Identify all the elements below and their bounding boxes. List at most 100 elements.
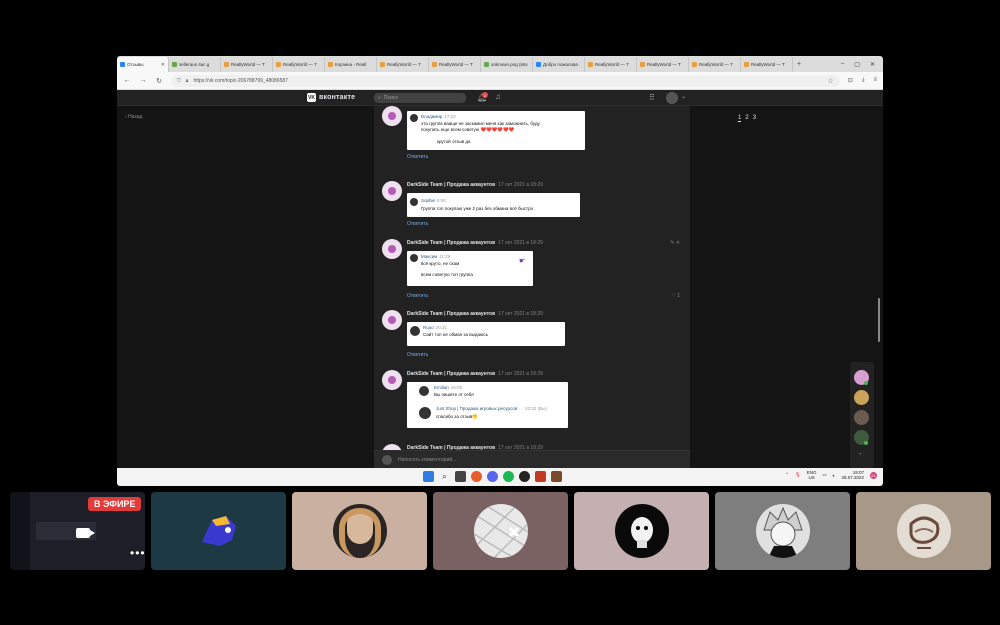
- like-button[interactable]: ♡ 1: [671, 293, 680, 299]
- comment-author[interactable]: DarkSide Team | Продажа аккаунтов 17 окт …: [407, 311, 543, 317]
- back-link[interactable]: ‹ Назад: [125, 114, 142, 120]
- volume-icon[interactable]: 🔈︎: [833, 473, 836, 478]
- screenshot-line: спасибо за отзыв😁: [436, 414, 478, 419]
- browser-tab[interactable]: ReallyWorld — T: [689, 57, 741, 72]
- language-indicator[interactable]: ENG US: [807, 470, 817, 480]
- bird-logo-icon: [201, 516, 236, 546]
- tab-favicon-icon: [432, 62, 437, 67]
- screenshot-line: Сайт топ не обман за выдаюсь: [423, 332, 488, 337]
- spotify-icon[interactable]: [503, 471, 514, 482]
- participant-tile[interactable]: [715, 492, 850, 570]
- steam-icon[interactable]: [519, 471, 530, 482]
- comment-date: 17 окт 2021 в 18:29: [498, 240, 543, 246]
- page-3[interactable]: 3: [753, 115, 756, 122]
- page-1[interactable]: 1: [738, 115, 742, 122]
- participant-tile[interactable]: [433, 492, 568, 570]
- tab-favicon-icon: [172, 62, 177, 67]
- comment-author[interactable]: DarkSide Team | Продажа аккаунтов 17 окт …: [407, 182, 543, 188]
- notification-count[interactable]: 21: [870, 471, 877, 479]
- minecraft-icon[interactable]: [551, 471, 562, 482]
- close-tab-icon[interactable]: ✕: [161, 62, 165, 68]
- participant-tile[interactable]: [856, 492, 991, 570]
- music-icon[interactable]: ♫: [495, 92, 501, 101]
- menu-icon[interactable]: ≡: [873, 77, 877, 84]
- firefox-icon[interactable]: [471, 471, 482, 482]
- reply-link[interactable]: Ответить: [407, 221, 428, 227]
- forward-button[interactable]: →: [139, 77, 147, 84]
- monitor-icon[interactable]: ▭: [823, 472, 827, 478]
- screenshot-line: Just Shop | Продажа игровых ресурсов 22:3…: [436, 406, 547, 411]
- comment-avatar[interactable]: [382, 181, 402, 201]
- browser-tab[interactable]: ReallyWorld — T: [429, 57, 481, 72]
- browser-tab[interactable]: ReallyWorld — T: [221, 57, 273, 72]
- comment-author[interactable]: DarkSide Team | Продажа аккаунтов 17 окт …: [407, 371, 543, 377]
- download-icon[interactable]: ⤓: [862, 77, 865, 84]
- new-tab-button[interactable]: +: [793, 61, 805, 68]
- clock[interactable]: 19:07 28.07.2022: [841, 470, 864, 480]
- delete-icon[interactable]: ✕: [676, 240, 680, 246]
- apps-grid-icon[interactable]: ⠿: [649, 93, 655, 102]
- participant-tile[interactable]: [292, 492, 427, 570]
- url-field[interactable]: ⛉ 🔒︎ https://vk.com/topic-206788799_4808…: [171, 74, 840, 87]
- discord-icon[interactable]: [487, 471, 498, 482]
- pocket-icon[interactable]: ⊡: [848, 77, 853, 84]
- reply-link[interactable]: Ответить: [407, 154, 428, 160]
- user-avatar[interactable]: [666, 92, 678, 104]
- browser-tab[interactable]: selleraus 4ac g: [169, 57, 221, 72]
- chevron-up-icon[interactable]: ⌃: [785, 472, 789, 478]
- browser-tab[interactable]: Отзывы ✕: [117, 57, 169, 72]
- microphone-icon[interactable]: 🎙︎: [795, 472, 801, 478]
- close-window-button[interactable]: ✕: [870, 61, 875, 68]
- comment-avatar[interactable]: [382, 370, 402, 390]
- browser-tab[interactable]: ReallyWorld — T: [637, 57, 689, 72]
- page-2[interactable]: 2: [745, 115, 748, 122]
- comment-author[interactable]: DarkSide Team | Продажа аккаунтов 17 окт …: [407, 240, 543, 246]
- comment-input[interactable]: Написать комментарий...: [374, 450, 690, 468]
- task-view-icon[interactable]: [455, 471, 466, 482]
- browser-tab[interactable]: ReallyWorld — T: [377, 57, 429, 72]
- comment-avatar[interactable]: [382, 310, 402, 330]
- comment-avatar[interactable]: [382, 106, 402, 126]
- participant-tile[interactable]: [574, 492, 709, 570]
- page-scrollbar[interactable]: [878, 298, 880, 342]
- browser-tab[interactable]: ReallyWorld — T: [585, 57, 637, 72]
- vk-search-input[interactable]: ⌕ Поиск: [374, 93, 466, 103]
- comments-feed: Владимир 17:23 эта группа вааще не заскам…: [374, 106, 690, 468]
- tab-label: ReallyWorld — T: [647, 62, 681, 67]
- screenshot-line: Ruoo 20:31: [423, 325, 448, 330]
- browser-tab[interactable]: ReallyWorld — T: [741, 57, 793, 72]
- edit-icon[interactable]: ✎: [670, 240, 674, 246]
- windows-taskbar: ⌕ ⌃ 🎙︎ ENG US ▭ 🔈︎ 19:07 28.07.2022 21: [117, 468, 883, 486]
- participant-tile[interactable]: [151, 492, 286, 570]
- browser-tab[interactable]: Корзина - Reall: [325, 57, 377, 72]
- bookmark-star-icon[interactable]: ☆: [828, 77, 834, 85]
- minimize-button[interactable]: –: [841, 61, 844, 68]
- more-options-icon[interactable]: •••: [130, 546, 145, 560]
- reply-link[interactable]: Ответить: [407, 293, 428, 299]
- reload-button[interactable]: ↻: [155, 77, 163, 85]
- screenshot-line: эта группа вааще не заскамил меня как за…: [421, 121, 540, 126]
- avatar: [382, 454, 392, 465]
- maximize-button[interactable]: ▢: [854, 61, 860, 68]
- net-pattern-icon: [473, 504, 528, 558]
- vk-logo[interactable]: VK вконтакте: [307, 93, 355, 102]
- participant-tile-stream[interactable]: В ЭФИРЕ •••: [10, 492, 145, 570]
- search-icon[interactable]: ⌕: [439, 471, 450, 482]
- notifications-bell-icon[interactable]: 🔔︎ 1: [477, 92, 488, 102]
- browser-tab[interactable]: unknown.png (66x: [481, 57, 533, 72]
- back-button[interactable]: ←: [123, 77, 131, 84]
- browser-tab[interactable]: ReallyWorld — T: [273, 57, 325, 72]
- comment-screenshot: Ruoo 20:31 Сайт топ не обман за выдаюсь: [407, 322, 565, 346]
- start-icon[interactable]: [423, 471, 434, 482]
- system-tray: ⌃ 🎙︎ ENG US ▭ 🔈︎ 19:07 28.07.2022 21: [785, 470, 877, 480]
- comment-avatar[interactable]: [382, 239, 402, 259]
- contact-avatar[interactable]: [854, 410, 869, 425]
- app-icon[interactable]: [535, 471, 546, 482]
- comment-placeholder: Написать комментарий...: [398, 456, 457, 463]
- contact-avatar[interactable]: [854, 390, 869, 405]
- reply-link[interactable]: Ответить: [407, 352, 428, 358]
- browser-tab[interactable]: Добро пожалова: [533, 57, 585, 72]
- tab-favicon-icon: [640, 62, 645, 67]
- chat-bubble-icon[interactable]: ◔: [858, 452, 862, 458]
- chevron-down-icon[interactable]: ⌄: [681, 93, 686, 100]
